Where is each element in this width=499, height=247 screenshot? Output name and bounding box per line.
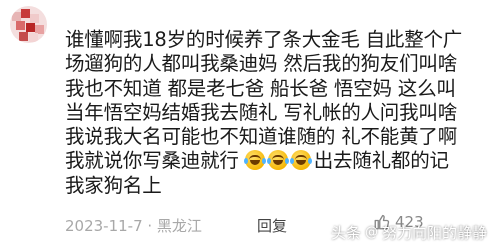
comment-line: 我家狗名上 xyxy=(65,173,162,197)
comment-line-part: 我就说你写桑迪就行 xyxy=(65,149,239,173)
comment-line: 当年悟空妈结婚我去随礼 写礼帐的人问我叫啥 xyxy=(65,100,457,124)
platform-name: 头条 xyxy=(330,224,361,242)
comment-line: 场遛狗的人都叫我桑迪妈 然后我的狗友们叫啥 xyxy=(65,52,457,76)
comment-line: 我就说你写桑迪就行 出去随礼都的记 xyxy=(65,149,497,173)
reply-button[interactable]: 回复 xyxy=(257,215,287,236)
watermark: 头条 @ 努力向阳的静静 xyxy=(331,222,487,243)
avatar[interactable] xyxy=(10,6,47,43)
laughing-crying-emoji-icon xyxy=(289,150,312,171)
comment-text: 谁懂啊我18岁的时候养了条大金毛 自此整个广 场遛狗的人都叫我桑迪妈 然后我的狗… xyxy=(65,28,497,198)
comment-line-part: 出去随礼都的记 xyxy=(313,149,449,173)
laughing-crying-emoji-icon xyxy=(266,150,289,171)
comment-line: 谁懂啊我18岁的时候养了条大金毛 自此整个广 xyxy=(65,28,463,51)
comment-line: 我也不知道 都是老七爸 船长爸 悟空妈 这么叫 xyxy=(65,76,456,100)
comment-date-location: 2023-11-7 · 黑龙江 xyxy=(65,217,202,235)
laughing-crying-emoji-icon xyxy=(243,150,266,171)
comment-line: 我说我大名可能也不知道谁随的 礼不能黄了啊 xyxy=(65,125,457,149)
watermark-author: 努力向阳的静静 xyxy=(381,224,487,242)
watermark-at: @ xyxy=(364,225,378,240)
